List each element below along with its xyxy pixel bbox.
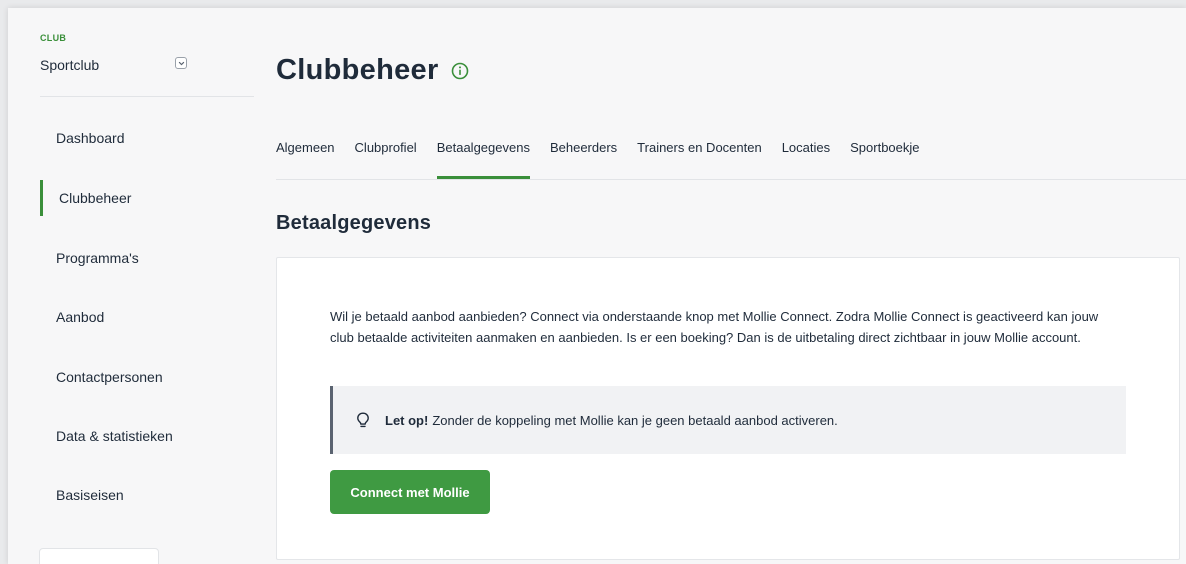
app-frame: CLUB Sportclub Dashboard Clubbeheer Prog…: [8, 8, 1186, 564]
lightbulb-icon: [356, 412, 370, 428]
sidebar-item-label: Programma's: [56, 250, 139, 266]
chevron-down-icon[interactable]: [175, 57, 187, 69]
sidebar-item-label: Clubbeheer: [59, 190, 132, 206]
tab-trainers-en-docenten[interactable]: Trainers en Docenten: [637, 140, 762, 180]
sidebar-item-dashboard[interactable]: Dashboard: [40, 120, 240, 156]
sidebar-item-label: Aanbod: [56, 309, 105, 325]
connect-mollie-button[interactable]: Connect met Mollie: [330, 470, 490, 514]
notice-title: Let op!: [385, 412, 429, 428]
tab-sportboekje[interactable]: Sportboekje: [850, 140, 919, 180]
info-icon[interactable]: [451, 62, 469, 80]
sidebar-item-contactpersonen[interactable]: Contactpersonen: [40, 359, 240, 395]
notice-text: Zonder de koppeling met Mollie kan je ge…: [432, 412, 838, 428]
sidebar-item-label: Dashboard: [56, 130, 125, 146]
payment-description: Wil je betaald aanbod aanbieden? Connect…: [330, 309, 1099, 345]
page-title: Clubbeheer: [276, 54, 469, 87]
tab-locaties[interactable]: Locaties: [782, 140, 830, 180]
payment-card: Wil je betaald aanbod aanbieden? Connect…: [276, 257, 1180, 560]
sidebar-item-basiseisen[interactable]: Basiseisen: [40, 477, 240, 513]
sidebar-item-programmas[interactable]: Programma's: [40, 240, 240, 276]
page-title-text: Clubbeheer: [276, 54, 439, 86]
club-selector[interactable]: Sportclub: [40, 57, 99, 73]
sidebar-item-label: Basiseisen: [56, 487, 124, 503]
sidebar: CLUB Sportclub Dashboard Clubbeheer Prog…: [8, 8, 258, 564]
sidebar-item-label: Contactpersonen: [56, 369, 163, 385]
tab-bar: Algemeen Clubprofiel Betaalgegevens Behe…: [276, 140, 940, 180]
tab-beheerders[interactable]: Beheerders: [550, 140, 617, 180]
tabs-divider: [276, 179, 1186, 180]
sidebar-item-label: Data & statistieken: [56, 428, 173, 444]
sidebar-item-data-statistieken[interactable]: Data & statistieken: [40, 418, 240, 454]
notice-box: Let op! Zonder de koppeling met Mollie k…: [330, 386, 1126, 454]
section-title: Betaalgegevens: [276, 212, 432, 234]
sidebar-divider: [40, 96, 254, 97]
tab-algemeen[interactable]: Algemeen: [276, 140, 335, 180]
club-label: CLUB: [40, 33, 67, 43]
sidebar-item-aanbod[interactable]: Aanbod: [40, 299, 240, 335]
sidebar-bottom-card[interactable]: [39, 548, 159, 564]
sidebar-item-clubbeheer[interactable]: Clubbeheer: [40, 180, 240, 216]
tab-clubprofiel[interactable]: Clubprofiel: [355, 140, 417, 180]
tab-betaalgegevens[interactable]: Betaalgegevens: [436, 140, 531, 180]
